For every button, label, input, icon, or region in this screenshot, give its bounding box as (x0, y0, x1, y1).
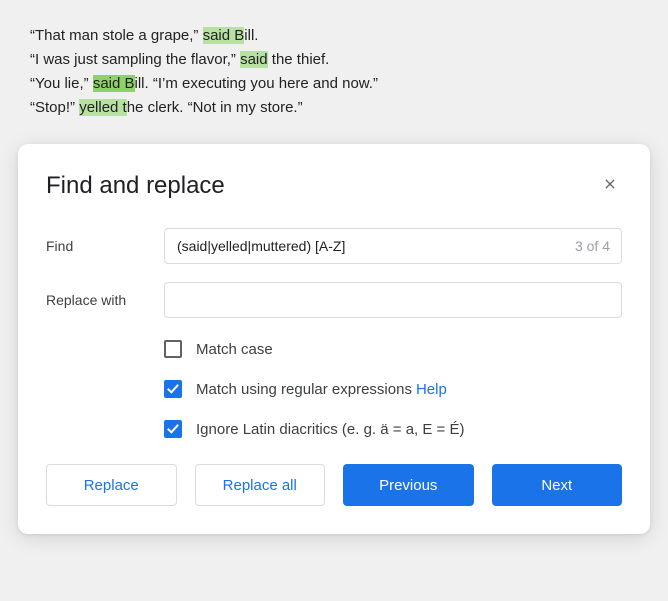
close-icon (602, 176, 618, 192)
search-highlight: yelled t (79, 99, 127, 116)
replace-button[interactable]: Replace (46, 464, 177, 506)
regex-label: Match using regular expressions (196, 381, 412, 398)
replace-label: Replace with (46, 292, 164, 308)
document-body: “That man stole a grape,” said Bill. “I … (0, 0, 668, 130)
find-input[interactable] (164, 228, 622, 264)
regex-help-link[interactable]: Help (416, 381, 447, 398)
match-case-checkbox[interactable] (164, 340, 182, 358)
text-line: “Stop!” yelled the clerk. “Not in my sto… (30, 96, 638, 120)
search-highlight-current: said B (93, 75, 135, 92)
close-button[interactable] (598, 172, 622, 196)
find-label: Find (46, 238, 164, 254)
match-case-label: Match case (196, 341, 273, 358)
regex-checkbox[interactable] (164, 380, 182, 398)
search-highlight: said B (203, 27, 245, 44)
match-count: 3 of 4 (575, 238, 610, 254)
text-line: “That man stole a grape,” said Bill. (30, 24, 638, 48)
text-line: “I was just sampling the flavor,” said t… (30, 48, 638, 72)
dialog-title: Find and replace (46, 172, 225, 200)
search-highlight: said (240, 51, 268, 68)
find-replace-dialog: Find and replace Find 3 of 4 Replace wit… (18, 144, 650, 534)
diacritics-checkbox[interactable] (164, 420, 182, 438)
previous-button[interactable]: Previous (343, 464, 474, 506)
text-line: “You lie,” said Bill. “I’m executing you… (30, 72, 638, 96)
replace-all-button[interactable]: Replace all (195, 464, 326, 506)
next-button[interactable]: Next (492, 464, 623, 506)
diacritics-label: Ignore Latin diacritics (e. g. ä = a, E … (196, 421, 464, 438)
replace-input[interactable] (164, 282, 622, 318)
